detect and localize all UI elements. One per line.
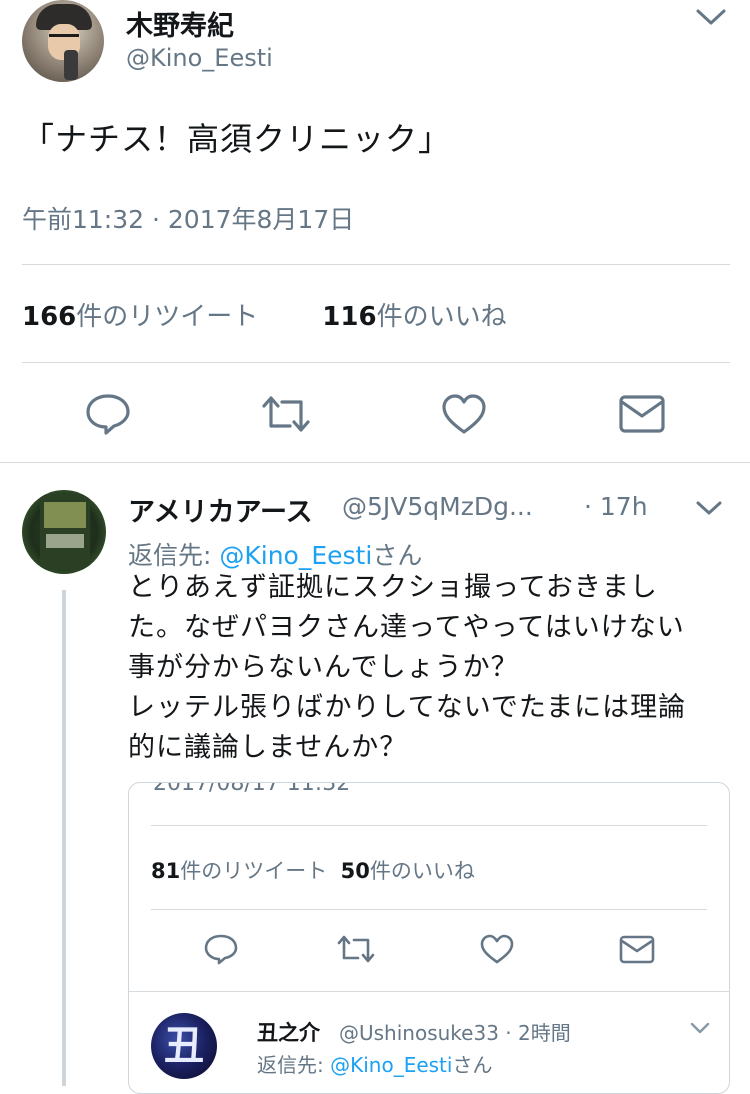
likes-label: 件のいいね (376, 302, 507, 332)
quoted-likes-label: 件のいいね (369, 859, 475, 883)
likes-link[interactable]: 116件のいいね (322, 302, 506, 332)
reply-text: とりあえず証拠にスクショ撮っておきまし た。なぜパヨクさん達ってやってはいけない… (128, 568, 738, 768)
chevron-down-icon[interactable] (694, 498, 724, 518)
retweets-link[interactable]: 166件のリツイート (22, 302, 258, 332)
heart-icon (479, 933, 515, 965)
nested-reply-to-suffix: さん (452, 1053, 493, 1077)
reply-text-line: 事が分からないんでしょうか？ (128, 652, 519, 683)
divider (129, 991, 729, 992)
tweet-stats: 166件のリツイート 116件のいいね (22, 296, 507, 333)
quoted-stats: 81件のリツイート 50件のいいね (151, 855, 475, 885)
reply-text-line: とりあえず証拠にスクショ撮っておきまし (128, 572, 658, 603)
retweets-label: 件のリツイート (76, 302, 259, 332)
nested-author-name: 丑之介 (257, 1021, 320, 1045)
divider (151, 909, 707, 910)
divider (151, 825, 707, 826)
reply-to-mention[interactable]: @Kino_Eesti (219, 541, 372, 570)
attached-image[interactable]: 2017/08/17 11:32 81件のリツイート 50件のいいね 丑 丑之介… (128, 782, 730, 1094)
reply-to-line: 返信先: @Kino_Eestiさん (128, 536, 422, 572)
envelope-icon[interactable] (618, 392, 666, 436)
nested-author-handle-time: @Ushinosuke33 · 2時間 (339, 1021, 571, 1045)
tweet-text: 「ナチス！高須クリニック」 (22, 120, 452, 158)
chevron-down-icon[interactable] (694, 6, 728, 28)
tweet-separator (0, 462, 750, 463)
nested-reply-to-prefix: 返信先: (257, 1053, 331, 1077)
thread-line (62, 590, 66, 1086)
reply-text-line: た。なぜパヨクさん達ってやってはいけない (128, 612, 685, 643)
retweet-icon[interactable] (258, 392, 314, 436)
nested-author-avatar: 丑 (151, 1013, 217, 1079)
reply-text-line: 的に議論しませんか？ (128, 732, 408, 763)
likes-count: 116 (322, 302, 377, 332)
reply-author-avatar[interactable] (22, 490, 106, 574)
divider (22, 362, 730, 363)
reply-text-line: レッテル張りばかりしてないでたまには理論 (128, 692, 687, 723)
quoted-timestamp: 2017/08/17 11:32 (153, 782, 351, 796)
author-name[interactable]: 木野寿紀 (126, 4, 234, 43)
nested-reply-to-mention: @Kino_Eesti (330, 1053, 453, 1077)
envelope-icon (619, 933, 655, 965)
reply-author-name[interactable]: アメリカアース (128, 490, 313, 529)
heart-icon[interactable] (440, 392, 488, 436)
divider (22, 264, 730, 265)
retweet-icon (335, 933, 377, 965)
retweets-count: 166 (22, 302, 77, 332)
quoted-retweets-label: 件のリツイート (180, 859, 328, 883)
nested-reply-to-line: 返信先: @Kino_Eestiさん (257, 1049, 492, 1078)
reply-icon (203, 933, 239, 965)
tweet-timestamp[interactable]: 午前11:32 · 2017年8月17日 (22, 200, 354, 236)
reply-author-handle[interactable]: @5JV5qMzDg... (342, 492, 533, 521)
reply-to-suffix: さん (372, 541, 423, 570)
reply-time[interactable]: · 17h (584, 492, 648, 521)
reply-icon[interactable] (84, 392, 132, 436)
quoted-likes-count: 50 (340, 859, 370, 883)
quoted-retweets-count: 81 (151, 859, 181, 883)
reply-to-prefix: 返信先: (128, 541, 220, 570)
author-handle[interactable]: @Kino_Eesti (126, 44, 273, 72)
chevron-down-icon (689, 1021, 711, 1035)
author-avatar[interactable] (22, 0, 104, 82)
